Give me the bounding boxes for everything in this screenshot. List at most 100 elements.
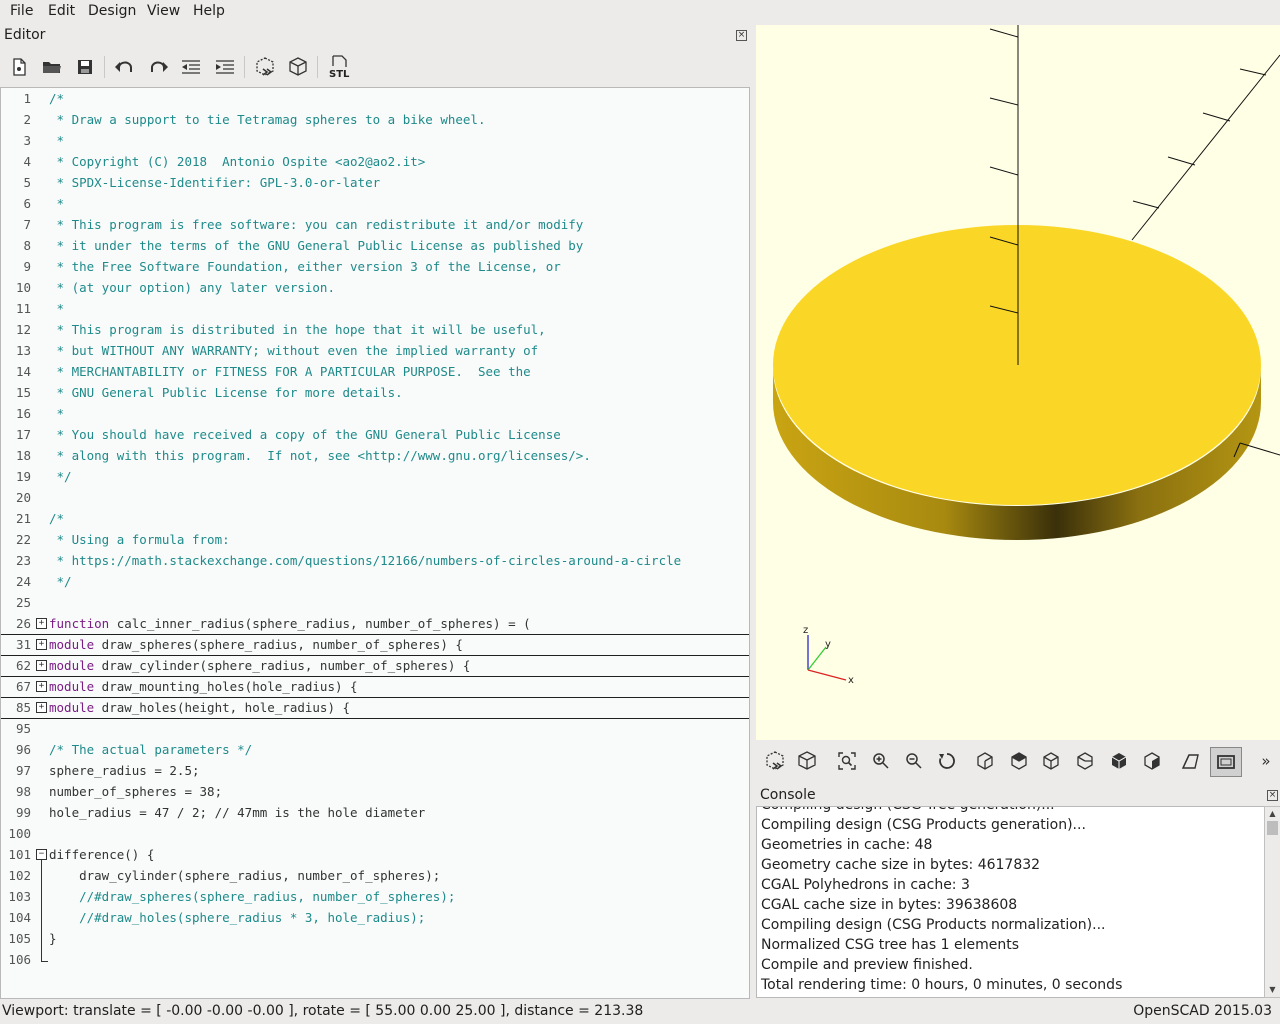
fold-expand-icon[interactable]: + bbox=[36, 639, 47, 650]
code-text: module draw_cylinder(sphere_radius, numb… bbox=[49, 655, 470, 676]
code-text: * bbox=[49, 406, 65, 421]
line-number: 103 bbox=[8, 889, 31, 904]
fold-expand-icon[interactable]: + bbox=[36, 702, 47, 713]
toolbar-separator bbox=[104, 56, 105, 78]
code-line: 98 number_of_spheres = 38; bbox=[1, 781, 749, 802]
line-number: 67 bbox=[15, 679, 31, 694]
code-text: /* bbox=[49, 91, 65, 106]
undo-icon[interactable] bbox=[112, 54, 138, 80]
code-text: * GNU General Public License for more de… bbox=[49, 385, 403, 400]
orthogonal-icon[interactable] bbox=[1210, 747, 1242, 777]
code-line: 31 + module draw_spheres(sphere_radius, nu… bbox=[1, 634, 749, 656]
line-number: 105 bbox=[8, 931, 31, 946]
line-number: 14 bbox=[15, 364, 31, 379]
redo-icon[interactable] bbox=[145, 54, 171, 80]
code-text: * This program is free software: you can… bbox=[49, 217, 584, 232]
fold-collapse-icon[interactable]: − bbox=[36, 849, 47, 860]
code-keyword: function bbox=[49, 616, 110, 631]
axes-indicator-x bbox=[807, 669, 847, 681]
fold-expand-icon[interactable]: + bbox=[36, 681, 47, 692]
code-line: 67 + module draw_mounting_holes(hole_radiu… bbox=[1, 676, 749, 698]
save-icon[interactable] bbox=[72, 54, 98, 80]
code-line: 23 * https://math.stackexchange.com/ques… bbox=[1, 550, 749, 571]
view-front-icon[interactable] bbox=[1106, 748, 1132, 774]
zoom-out-icon[interactable] bbox=[901, 748, 927, 774]
console-line: Compiling design (CSG Products normaliza… bbox=[761, 917, 1106, 933]
code-text: difference() { bbox=[49, 847, 155, 862]
line-number: 12 bbox=[15, 322, 31, 337]
scroll-down-icon[interactable]: ▼ bbox=[1267, 985, 1278, 995]
code-text: //#draw_holes(sphere_radius * 3, hole_ra… bbox=[49, 910, 426, 925]
code-editor[interactable]: 1 /* 2 * Draw a support to tie Tetramag sp… bbox=[0, 87, 750, 999]
perspective-icon[interactable] bbox=[1178, 748, 1204, 774]
code-line: 12 * This program is distributed in the … bbox=[1, 319, 749, 340]
code-line: 24 */ bbox=[1, 571, 749, 592]
fold-expand-icon[interactable]: + bbox=[36, 618, 47, 629]
editor-close-icon[interactable]: × bbox=[736, 30, 747, 41]
menu-view[interactable]: View bbox=[147, 3, 180, 19]
console-line: Geometries in cache: 48 bbox=[761, 837, 933, 853]
code-line: 11 * bbox=[1, 298, 749, 319]
menu-edit[interactable]: Edit bbox=[48, 3, 75, 19]
view-right-icon[interactable] bbox=[972, 748, 998, 774]
line-number: 20 bbox=[15, 490, 31, 505]
scrollbar-thumb[interactable] bbox=[1267, 821, 1278, 835]
code-line: 3 * bbox=[1, 130, 749, 151]
render-icon[interactable] bbox=[285, 54, 311, 80]
code-line: 101− difference() { bbox=[1, 844, 749, 865]
new-file-icon[interactable] bbox=[6, 54, 32, 80]
line-number: 99 bbox=[15, 805, 31, 820]
console-line: Total rendering time: 0 hours, 0 minutes… bbox=[761, 977, 1123, 993]
menu-file[interactable]: File bbox=[10, 3, 33, 19]
unindent-icon[interactable] bbox=[178, 54, 204, 80]
console-close-icon[interactable]: × bbox=[1267, 790, 1278, 801]
line-number: 3 bbox=[23, 133, 31, 148]
line-number: 5 bbox=[23, 175, 31, 190]
cylinder-top bbox=[773, 225, 1261, 505]
render-icon[interactable] bbox=[794, 748, 820, 774]
status-bar: Viewport: translate = [ -0.00 -0.00 -0.0… bbox=[0, 1000, 1280, 1024]
z-axis-tick bbox=[989, 97, 1019, 106]
open-folder-icon[interactable] bbox=[39, 54, 65, 80]
view-bottom-icon[interactable] bbox=[1038, 748, 1064, 774]
menu-help[interactable]: Help bbox=[193, 3, 225, 19]
fold-expand-icon[interactable]: + bbox=[36, 660, 47, 671]
y-axis-tick bbox=[1167, 156, 1196, 166]
more-tools-icon[interactable]: » bbox=[1256, 748, 1276, 774]
code-rest: draw_spheres(sphere_radius, number_of_sp… bbox=[94, 637, 463, 652]
editor-toolbar: STL bbox=[0, 50, 752, 84]
console-output[interactable]: Compiling design (CSG Tree generation)..… bbox=[756, 806, 1266, 998]
line-number: 17 bbox=[15, 427, 31, 442]
console-line: CGAL cache size in bytes: 39638608 bbox=[761, 897, 1018, 913]
line-number: 22 bbox=[15, 532, 31, 547]
code-keyword: module bbox=[49, 679, 95, 694]
code-line: 19 */ bbox=[1, 466, 749, 487]
view-left-icon[interactable] bbox=[1072, 748, 1098, 774]
y-axis-line bbox=[1131, 54, 1280, 241]
code-text: * along with this program. If not, see <… bbox=[49, 448, 591, 463]
line-number: 25 bbox=[15, 595, 31, 610]
code-line: 95 bbox=[1, 718, 749, 739]
code-line: 9 * the Free Software Foundation, either… bbox=[1, 256, 749, 277]
line-number: 11 bbox=[15, 301, 31, 316]
view-top-icon[interactable] bbox=[1006, 748, 1032, 774]
preview-icon[interactable] bbox=[762, 748, 788, 774]
preview-icon[interactable] bbox=[252, 54, 278, 80]
code-line: 103 //#draw_spheres(sphere_radius, numbe… bbox=[1, 886, 749, 907]
view-all-icon[interactable] bbox=[834, 748, 860, 774]
line-number: 96 bbox=[15, 742, 31, 757]
export-stl-icon[interactable]: STL bbox=[325, 54, 353, 80]
line-number: 106 bbox=[8, 952, 31, 967]
view-back-icon[interactable] bbox=[1139, 748, 1165, 774]
console-scrollbar[interactable]: ▲ ▼ bbox=[1264, 806, 1280, 998]
line-number: 24 bbox=[15, 574, 31, 589]
line-number: 19 bbox=[15, 469, 31, 484]
zoom-in-icon[interactable] bbox=[868, 748, 894, 774]
indent-icon[interactable] bbox=[212, 54, 238, 80]
scroll-up-icon[interactable]: ▲ bbox=[1267, 809, 1278, 819]
reset-view-icon[interactable] bbox=[934, 748, 960, 774]
menu-design[interactable]: Design bbox=[88, 3, 136, 19]
line-number: 16 bbox=[15, 406, 31, 421]
line-number: 10 bbox=[15, 280, 31, 295]
3d-viewport[interactable]: z y x bbox=[756, 25, 1280, 740]
